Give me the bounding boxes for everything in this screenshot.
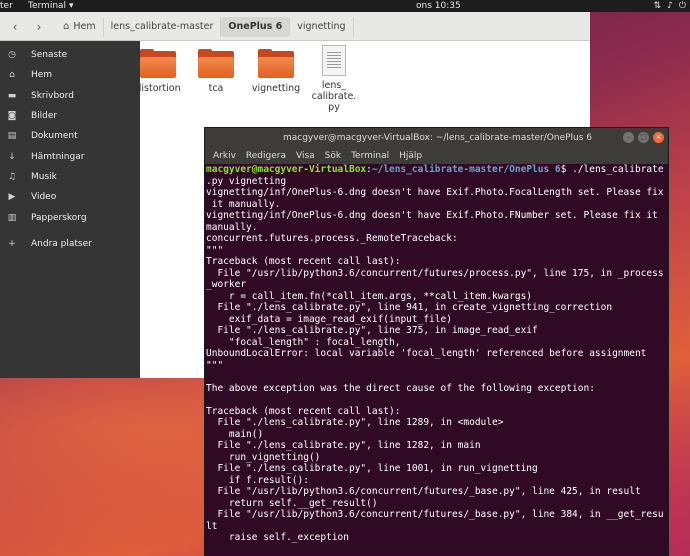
- maximize-button[interactable]: □: [638, 132, 649, 143]
- menu-hjalp[interactable]: Hjälp: [394, 148, 427, 164]
- clock[interactable]: ons 10:35: [416, 0, 461, 12]
- menu-arkiv[interactable]: Arkiv: [208, 148, 241, 164]
- prompt-path: ~/lens_calibrate-master/OnePlus 6: [371, 164, 561, 175]
- sidebar-item-label: Papperskorg: [31, 212, 87, 223]
- home-icon: ⌂: [63, 21, 70, 32]
- menu-terminal[interactable]: Terminal: [346, 148, 394, 164]
- file-item-lens-calibrate-py[interactable]: lens_ calibrate. py: [306, 45, 362, 113]
- command-text: $ ./lens_calibrate: [560, 164, 664, 175]
- chevron-right-icon: ›: [36, 20, 42, 34]
- sidebar-item-label: Dokument: [31, 131, 78, 142]
- close-button[interactable]: ×: [653, 132, 664, 143]
- sidebar-item-videos[interactable]: ▶ Video: [0, 187, 140, 207]
- sidebar-item-label: Bilder: [31, 111, 58, 122]
- app-menu[interactable]: Terminal ▾: [28, 0, 74, 12]
- sidebar-item-label: Andra platser: [31, 238, 92, 249]
- camera-icon: ◙: [7, 111, 17, 122]
- sidebar-item-downloads[interactable]: ↓ Hämtningar: [0, 146, 140, 166]
- terminal-titlebar[interactable]: macgyver@macgyver-VirtualBox: ~/lens_cal…: [205, 128, 668, 148]
- volume-icon: ♪: [667, 1, 673, 11]
- music-icon: ♫: [7, 171, 17, 182]
- folder-item-tca[interactable]: tca: [188, 49, 244, 94]
- breadcrumb-label: vignetting: [297, 21, 346, 32]
- sidebar-item-trash[interactable]: ▥ Papperskorg: [0, 207, 140, 227]
- breadcrumb-label: Hem: [73, 21, 96, 32]
- breadcrumb: ⌂ Hem lens_calibrate-master OnePlus 6 vi…: [56, 17, 354, 37]
- sidebar-item-home[interactable]: ⌂ Hem: [0, 65, 140, 85]
- close-icon: ×: [655, 133, 662, 141]
- trash-icon: ▥: [7, 212, 17, 223]
- sidebar-item-label: Video: [31, 192, 57, 203]
- terminal-title: macgyver@macgyver-VirtualBox: ~/lens_cal…: [282, 133, 593, 143]
- desktop-icon: ▬: [7, 90, 17, 101]
- window-controls: – □ ×: [623, 132, 664, 143]
- file-label: tca: [208, 83, 224, 94]
- document-icon: ▤: [7, 131, 17, 142]
- file-label: vignetting: [251, 83, 301, 94]
- breadcrumb-lens-calibrate-master[interactable]: lens_calibrate-master: [104, 17, 222, 37]
- app-menu-label: Terminal: [28, 1, 67, 11]
- sidebar-item-label: Musik: [31, 171, 57, 182]
- prompt-user: macgyver@macgyver-VirtualBox: [206, 164, 367, 175]
- folder-icon: [198, 49, 234, 79]
- menu-sok[interactable]: Sök: [320, 148, 346, 164]
- folder-item-vignetting[interactable]: vignetting: [248, 49, 304, 94]
- maximize-icon: □: [640, 133, 647, 141]
- video-icon: ▶: [8, 192, 16, 203]
- activities-button[interactable]: ter: [0, 0, 13, 12]
- sidebar-item-recent[interactable]: ◷ Senaste: [0, 45, 140, 65]
- sidebar-item-music[interactable]: ♫ Musik: [0, 167, 140, 187]
- terminal-menubar: Arkiv Redigera Visa Sök Terminal Hjälp: [205, 148, 668, 164]
- minimize-button[interactable]: –: [623, 132, 634, 143]
- sidebar-item-label: Senaste: [31, 50, 68, 61]
- breadcrumb-home[interactable]: ⌂ Hem: [56, 17, 104, 37]
- file-label: distortion: [135, 83, 181, 94]
- python-file-icon: [322, 45, 346, 76]
- folder-item-distortion[interactable]: distortion: [130, 49, 186, 94]
- power-icon: ⏻: [678, 1, 686, 11]
- plus-icon: +: [8, 238, 16, 249]
- sidebar-item-desktop[interactable]: ▬ Skrivbord: [0, 86, 140, 106]
- traceback-text: .py vignetting vignetting/inf/OnePlus-6.…: [206, 175, 664, 544]
- back-button[interactable]: ‹: [4, 17, 26, 37]
- sidebar-item-other-locations[interactable]: + Andra platser: [0, 234, 140, 254]
- breadcrumb-label: OnePlus 6: [228, 21, 283, 32]
- sidebar-item-label: Hem: [31, 70, 53, 81]
- sidebar-item-label: Hämtningar: [31, 151, 85, 162]
- sidebar-item-documents[interactable]: ▤ Dokument: [0, 126, 140, 146]
- minimize-icon: –: [626, 133, 631, 141]
- network-icon: ⇅: [653, 1, 662, 11]
- places-sidebar: ◷ Senaste ⌂ Hem ▬ Skrivbord ◙ Bilder ▤ D…: [0, 41, 140, 378]
- file-label: lens_ calibrate. py: [311, 80, 357, 113]
- terminal-output[interactable]: macgyver@macgyver-VirtualBox:~/lens_cali…: [206, 164, 668, 555]
- chevron-left-icon: ‹: [12, 20, 18, 34]
- sidebar-item-pictures[interactable]: ◙ Bilder: [0, 106, 140, 126]
- folder-icon: [140, 49, 176, 79]
- folder-icon: [258, 49, 294, 79]
- home-icon: ⌂: [9, 70, 15, 81]
- forward-button[interactable]: ›: [28, 17, 50, 37]
- system-tray[interactable]: ⇅ ♪ ⏻: [654, 0, 686, 12]
- breadcrumb-label: lens_calibrate-master: [110, 21, 214, 32]
- files-headerbar: ‹ › ⌂ Hem lens_calibrate-master OnePlus …: [0, 12, 590, 41]
- breadcrumb-vignetting[interactable]: vignetting: [290, 17, 354, 37]
- caret-down-icon: ▾: [69, 1, 74, 11]
- menu-visa[interactable]: Visa: [291, 148, 320, 164]
- breadcrumb-oneplus-6[interactable]: OnePlus 6: [221, 17, 291, 37]
- sidebar-item-label: Skrivbord: [31, 90, 74, 101]
- top-bar: ter Terminal ▾ ons 10:35 ⇅ ♪ ⏻: [0, 0, 690, 12]
- clock-icon: ◷: [8, 50, 16, 61]
- download-icon: ↓: [8, 151, 16, 162]
- terminal-window: macgyver@macgyver-VirtualBox: ~/lens_cal…: [204, 127, 669, 556]
- menu-redigera[interactable]: Redigera: [241, 148, 291, 164]
